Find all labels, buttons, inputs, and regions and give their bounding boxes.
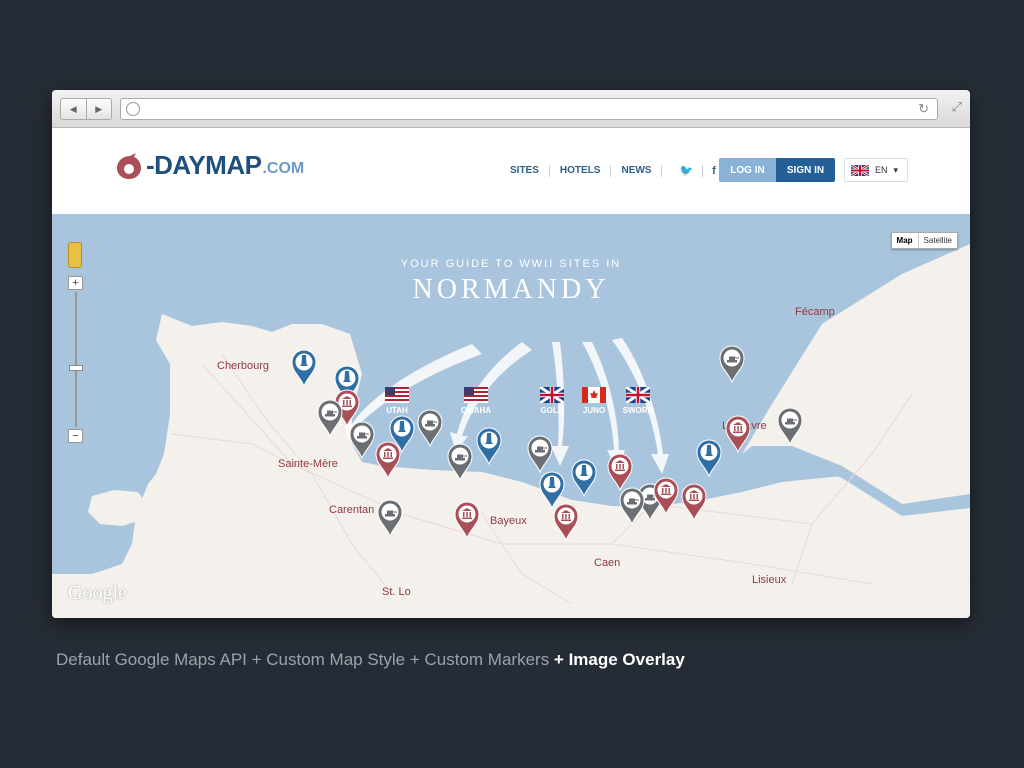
top-nav: SITES HOTELS NEWS 🐦 f <box>510 164 723 177</box>
tank-marker-icon[interactable] <box>377 499 403 538</box>
tank-marker-icon[interactable] <box>447 443 473 482</box>
nav-news[interactable]: NEWS <box>621 165 651 176</box>
logo-mark-icon <box>114 151 144 181</box>
caption-strong-text: + Image Overlay <box>549 650 685 669</box>
nav-divider <box>661 164 663 177</box>
nav-divider <box>610 164 612 177</box>
tank-marker-icon[interactable] <box>719 345 745 384</box>
logo-domain: .COM <box>262 159 305 177</box>
map-markers <box>291 345 803 542</box>
language-select[interactable]: EN ▾ <box>844 158 908 182</box>
caption: Default Google Maps API + Custom Map Sty… <box>56 650 685 670</box>
monument-marker-icon[interactable] <box>696 439 722 478</box>
globe-icon <box>126 102 140 116</box>
site-logo[interactable]: -DAYMAP .COM <box>114 150 304 181</box>
museum-marker-icon[interactable] <box>454 501 480 540</box>
tank-marker-icon[interactable] <box>317 399 343 438</box>
nav-divider <box>548 164 550 177</box>
nav-divider <box>702 164 704 177</box>
nav-sites[interactable]: SITES <box>510 165 539 176</box>
caption-text: Default Google Maps API + Custom Map Sty… <box>56 650 550 669</box>
twitter-icon[interactable]: 🐦 <box>679 164 693 177</box>
signin-button[interactable]: SIGN IN <box>776 158 835 182</box>
logo-text: -DAYMAP <box>146 150 262 180</box>
browser-toolbar: ◀ ▶ ↻ ⤢ <box>52 90 970 128</box>
museum-marker-icon[interactable] <box>607 453 633 492</box>
reload-icon[interactable]: ↻ <box>918 101 929 117</box>
chevron-down-icon: ▾ <box>893 164 899 175</box>
uk-flag-icon <box>851 164 869 176</box>
map-view[interactable]: YOUR GUIDE TO WWII SITES IN NORMANDY Map… <box>52 214 970 618</box>
login-button[interactable]: LOG IN <box>719 158 776 182</box>
site-header: -DAYMAP .COM SITES HOTELS NEWS 🐦 f LOG I… <box>52 128 970 214</box>
tank-marker-icon[interactable] <box>417 409 443 448</box>
browser-window: ◀ ▶ ↻ ⤢ -DAYMAP .COM SITES HOTELS NEWS 🐦… <box>52 90 970 618</box>
monument-marker-icon[interactable] <box>476 427 502 466</box>
tank-marker-icon[interactable] <box>619 487 645 526</box>
nav-buttons: ◀ ▶ <box>60 98 112 120</box>
monument-marker-icon[interactable] <box>571 459 597 498</box>
museum-marker-icon[interactable] <box>375 441 401 480</box>
tank-marker-icon[interactable] <box>349 421 375 460</box>
museum-marker-icon[interactable] <box>681 483 707 522</box>
back-arrow-icon[interactable]: ◀ <box>61 99 86 119</box>
museum-marker-icon[interactable] <box>553 503 579 542</box>
facebook-icon[interactable]: f <box>712 165 716 177</box>
address-bar[interactable]: ↻ <box>120 98 938 120</box>
forward-arrow-icon[interactable]: ▶ <box>85 99 112 119</box>
museum-marker-icon[interactable] <box>725 415 751 454</box>
tank-marker-icon[interactable] <box>777 407 803 446</box>
fullscreen-icon[interactable]: ⤢ <box>952 99 962 115</box>
monument-marker-icon[interactable] <box>291 349 317 388</box>
tank-marker-icon[interactable] <box>527 435 553 474</box>
monument-marker-icon[interactable] <box>539 471 565 510</box>
language-label: EN <box>875 165 888 175</box>
nav-hotels[interactable]: HOTELS <box>560 165 601 176</box>
